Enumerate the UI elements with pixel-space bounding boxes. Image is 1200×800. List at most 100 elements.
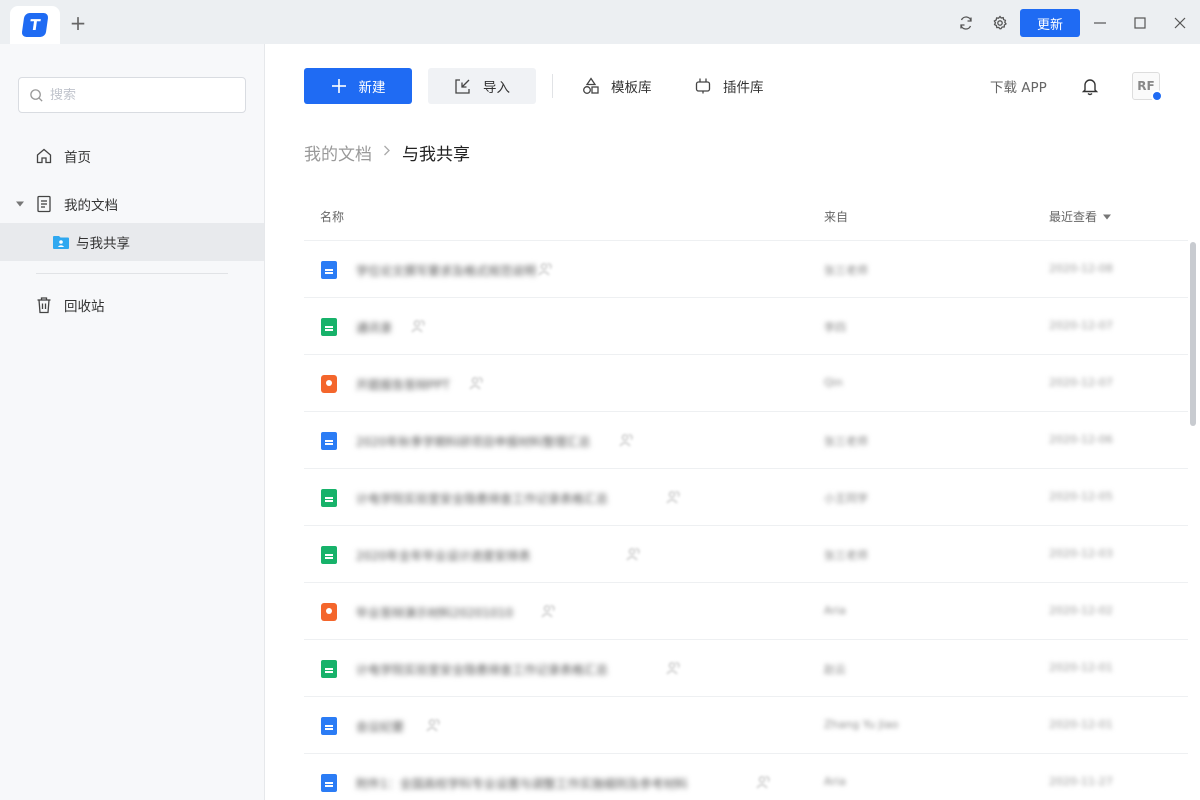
spreadsheet-file-icon bbox=[321, 489, 337, 507]
shared-users-icon bbox=[426, 718, 440, 732]
template-library-button[interactable]: 模板库 bbox=[582, 68, 652, 104]
sidebar-item-label: 首页 bbox=[64, 146, 91, 166]
chevron-right-icon bbox=[383, 144, 391, 160]
shared-users-icon bbox=[756, 775, 770, 789]
file-owner: 张三老师 bbox=[824, 433, 868, 449]
file-name[interactable]: 开题报告答辩PPT bbox=[356, 376, 450, 393]
table-row[interactable]: 通讯录 李四 2020-12-07 bbox=[304, 298, 1188, 355]
scrollbar-thumb[interactable] bbox=[1190, 242, 1196, 426]
table-row[interactable]: 计电学院实验室安全隐患排查工作记录表格汇总 小王同学 2020-12-05 bbox=[304, 469, 1188, 526]
file-owner: 张三老师 bbox=[824, 547, 868, 563]
search-input[interactable] bbox=[50, 88, 230, 103]
gear-icon[interactable] bbox=[988, 11, 1012, 35]
download-app-link[interactable]: 下载 APP bbox=[990, 68, 1047, 104]
file-name[interactable]: 学位论文撰写要求及格式规范说明 bbox=[356, 262, 536, 279]
shapes-icon bbox=[582, 77, 600, 95]
column-header-from[interactable]: 来自 bbox=[824, 208, 848, 225]
refresh-icon[interactable] bbox=[954, 11, 978, 35]
table-row[interactable]: 毕业答辩演示材料20201010 Aria 2020-12-02 bbox=[304, 583, 1188, 640]
file-last-viewed: 2020-12-01 bbox=[1049, 718, 1113, 731]
sidebar-item-shared-with-me[interactable]: 与我共享 bbox=[0, 223, 264, 261]
plugin-icon bbox=[694, 77, 712, 95]
file-last-viewed: 2020-12-07 bbox=[1049, 319, 1113, 332]
shared-users-icon bbox=[469, 376, 483, 390]
document-file-icon bbox=[321, 261, 337, 279]
file-name[interactable]: 2020年秋季学期科研项目申报材料整理汇总 bbox=[356, 433, 591, 450]
table-row[interactable]: 2020年全年毕业设计进度安排表 张三老师 2020-12-03 bbox=[304, 526, 1188, 583]
search-box bbox=[18, 77, 246, 113]
table-row[interactable]: 学位论文撰写要求及格式规范说明张三老师2020-12-08 bbox=[304, 241, 1188, 298]
shared-users-icon bbox=[411, 319, 425, 333]
avatar[interactable]: RF bbox=[1132, 72, 1160, 100]
import-button[interactable]: 导入 bbox=[428, 68, 536, 104]
file-owner: Zhang Yu Jiao bbox=[824, 718, 898, 731]
file-name[interactable]: 附件1：全国高校学科专业设置与调整工作实施细则及参考材料 bbox=[356, 775, 688, 792]
table-row[interactable]: 开题报告答辩PPTQin2020-12-07 bbox=[304, 355, 1188, 412]
file-name[interactable]: 毕业答辩演示材料20201010 bbox=[356, 604, 513, 621]
file-last-viewed: 2020-12-05 bbox=[1049, 490, 1113, 503]
search-icon bbox=[29, 88, 44, 103]
file-owner: Aria bbox=[824, 775, 846, 788]
breadcrumb-root[interactable]: 我的文档 bbox=[304, 140, 372, 165]
spreadsheet-file-icon bbox=[321, 546, 337, 564]
spreadsheet-file-icon bbox=[321, 660, 337, 678]
sidebar-item-my-docs[interactable]: 我的文档 bbox=[0, 185, 264, 223]
sidebar-item-home[interactable]: 首页 bbox=[0, 137, 264, 175]
file-last-viewed: 2020-12-02 bbox=[1049, 604, 1113, 617]
document-file-icon bbox=[321, 774, 337, 792]
document-icon bbox=[35, 195, 53, 213]
sidebar-item-trash[interactable]: 回收站 bbox=[0, 286, 264, 324]
breadcrumb: 我的文档 与我共享 bbox=[304, 140, 470, 164]
new-button[interactable]: 新建 bbox=[304, 68, 412, 104]
presentation-file-icon bbox=[321, 603, 337, 621]
caret-down-icon[interactable] bbox=[16, 200, 26, 208]
sidebar-divider bbox=[36, 273, 228, 274]
table-row[interactable]: 附件1：全国高校学科专业设置与调整工作实施细则及参考材料Aria2020-11-… bbox=[304, 754, 1188, 800]
app-logo-icon: T bbox=[21, 13, 48, 37]
breadcrumb-current: 与我共享 bbox=[402, 140, 470, 165]
table-row[interactable]: 会议纪要 Zhang Yu Jiao 2020-12-01 bbox=[304, 697, 1188, 754]
table-row[interactable]: 2020年秋季学期科研项目申报材料整理汇总 张三老师 2020-12-06 bbox=[304, 412, 1188, 469]
file-name[interactable]: 2020年全年毕业设计进度安排表 bbox=[356, 547, 531, 564]
file-owner: 李四 bbox=[824, 319, 846, 335]
presentation-file-icon bbox=[321, 375, 337, 393]
file-owner: 小王同学 bbox=[824, 490, 868, 506]
column-header-viewed[interactable]: 最近查看 bbox=[1049, 208, 1111, 225]
toolbar-divider bbox=[552, 74, 553, 98]
file-owner: Aria bbox=[824, 604, 846, 617]
import-icon bbox=[454, 78, 471, 95]
main-panel: 新建 导入 模板库 插件库 下载 APP RF 我的文档 与我共享 名称 来自 … bbox=[265, 44, 1200, 800]
sidebar-item-label: 回收站 bbox=[64, 295, 105, 315]
file-last-viewed: 2020-12-01 bbox=[1049, 661, 1113, 674]
new-tab-button[interactable]: + bbox=[68, 11, 88, 35]
plugin-library-button[interactable]: 插件库 bbox=[694, 68, 764, 104]
file-name[interactable]: 计电学院实验室安全隐患排查工作记录表格汇总 bbox=[356, 490, 608, 507]
plus-icon bbox=[331, 78, 347, 94]
document-file-icon bbox=[321, 717, 337, 735]
bell-icon[interactable] bbox=[1079, 75, 1101, 97]
app-home-tab[interactable]: T bbox=[10, 6, 60, 44]
file-owner: Qin bbox=[824, 376, 843, 389]
shared-users-icon bbox=[619, 433, 633, 447]
file-last-viewed: 2020-12-06 bbox=[1049, 433, 1113, 446]
file-name[interactable]: 计电学院实验室安全隐患排查工作记录表格汇总 bbox=[356, 661, 608, 678]
file-owner: 张三老师 bbox=[824, 262, 868, 278]
sort-down-icon bbox=[1103, 214, 1111, 220]
update-button[interactable]: 更新 bbox=[1020, 9, 1080, 37]
table-row[interactable]: 计电学院实验室安全隐患排查工作记录表格汇总赵云2020-12-01 bbox=[304, 640, 1188, 697]
shared-users-icon bbox=[666, 661, 680, 675]
sidebar-item-label: 与我共享 bbox=[76, 232, 130, 252]
file-name[interactable]: 通讯录 bbox=[356, 319, 392, 336]
title-bar: T + 更新 bbox=[0, 0, 1200, 44]
file-last-viewed: 2020-12-03 bbox=[1049, 547, 1113, 560]
file-name[interactable]: 会议纪要 bbox=[356, 718, 404, 735]
maximize-icon[interactable] bbox=[1128, 11, 1152, 35]
avatar-badge bbox=[1151, 90, 1163, 102]
minimize-icon[interactable] bbox=[1088, 11, 1112, 35]
close-icon[interactable] bbox=[1168, 11, 1192, 35]
shared-users-icon bbox=[666, 490, 680, 504]
trash-icon bbox=[35, 296, 53, 314]
column-header-name[interactable]: 名称 bbox=[320, 208, 344, 225]
shared-folder-icon bbox=[52, 233, 70, 251]
home-icon bbox=[35, 147, 53, 165]
